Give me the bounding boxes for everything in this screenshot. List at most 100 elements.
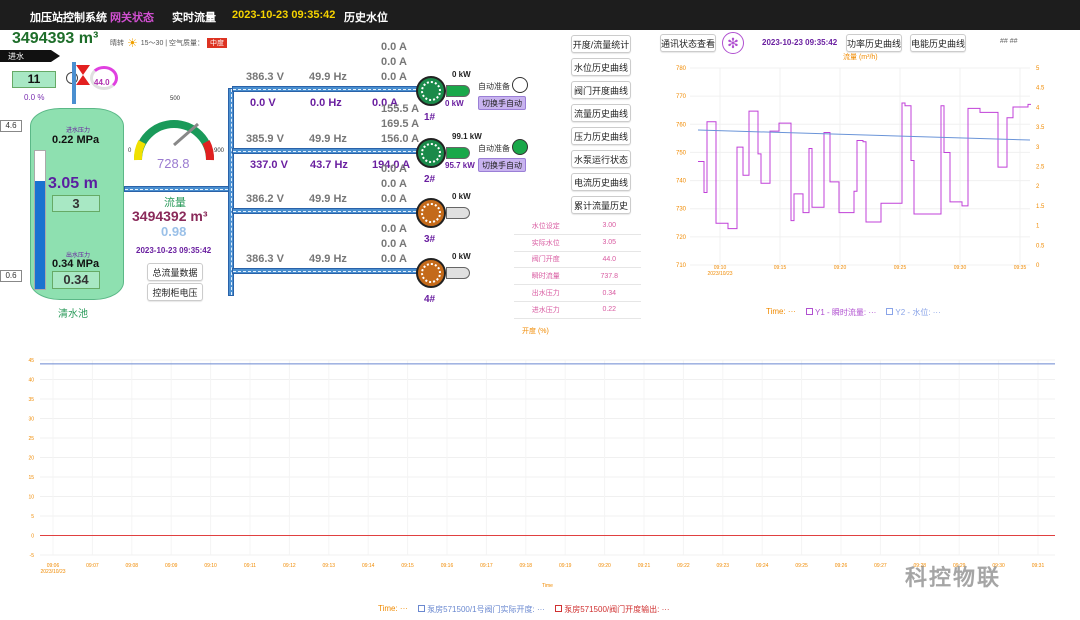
y-right-tick: 3.5 <box>1036 125 1045 131</box>
pump-icon[interactable] <box>416 258 446 288</box>
x-axis-label: Time <box>542 583 553 589</box>
right-time: 2023-10-23 09:35:42 <box>762 38 838 47</box>
pump-voltage: 386.3 V <box>246 71 284 83</box>
inflow-label: 进水 <box>8 52 24 61</box>
menu-button[interactable]: 阀门开度曲线 <box>571 81 631 99</box>
pump-status-tab <box>446 267 470 279</box>
y-right-tick: 2 <box>1036 184 1040 190</box>
pump-power-2: 0 kW <box>445 99 464 108</box>
pump-voltage: 386.2 V <box>246 193 284 205</box>
flow-level-chart: 780 770 760 750 740 730 720 710 5 4.5 4 3.5 3 2.5 2 1.5… <box>676 66 1045 277</box>
menu-button[interactable]: 水泵运行状态 <box>571 150 631 168</box>
menu-button[interactable]: 水位历史曲线 <box>571 58 631 76</box>
y-left-tick: 770 <box>676 94 687 100</box>
legend-y2[interactable]: Y2 - 水位: ··· <box>886 307 941 318</box>
gauge-arc-green <box>134 120 214 161</box>
switch-auto-button[interactable]: 切换手自动 <box>478 158 526 172</box>
gauge-min: 0 <box>128 148 132 154</box>
y-tick: 40 <box>28 378 34 384</box>
menu-button[interactable]: 压力历史曲线 <box>571 127 631 145</box>
y-tick: 45 <box>28 358 34 364</box>
menu-button[interactable]: 电流历史曲线 <box>571 173 631 191</box>
y-right-tick: 1.5 <box>1036 204 1045 210</box>
clear-pool-label: 清水池 <box>58 309 88 320</box>
pump-icon[interactable] <box>416 198 446 228</box>
out-pressure-box: 0.34 <box>52 271 100 289</box>
status-row: 进水压力 0.22 <box>514 302 641 319</box>
flow-series-line <box>698 102 1031 230</box>
switch-auto-button[interactable]: 切换手自动 <box>478 96 526 110</box>
top-nav-bar: 加压站控制系统 网关状态 实时流量 2023-10-23 09:35:42 历史… <box>0 0 1080 30</box>
tank-level-box: 3 <box>52 195 100 212</box>
legend-valve-actual[interactable]: 泵房571500/1号阀门实际开度: ··· <box>417 604 545 615</box>
y-tick: 15 <box>28 475 34 481</box>
chart-bottom-legend: Time: ··· 泵房571500/1号阀门实际开度: ··· 泵房57150… <box>378 604 670 615</box>
pump-current-c: 0.0 A <box>381 193 407 205</box>
auto-ready-label: 自动准备 <box>478 82 510 91</box>
x-tick: 09:13 <box>323 563 336 569</box>
nav-history-level[interactable]: 历史水位 <box>344 9 388 25</box>
pump-current-b: 0.0 A <box>381 56 407 68</box>
status-key: 阀门开度 <box>531 256 560 264</box>
y-right-tick: 5 <box>1036 66 1040 72</box>
x-sub: 2023/10/23 <box>40 569 65 575</box>
nav-realtime-flow[interactable]: 实时流量 <box>172 9 216 25</box>
y-left-tick: 720 <box>676 235 687 241</box>
gauge-max: 500 <box>170 96 181 102</box>
cabinet-voltage-button[interactable]: 控制柜电压 <box>147 283 203 301</box>
total-flow: 3494392 m³ <box>132 208 208 224</box>
x-tick: 09:07 <box>86 563 99 569</box>
x-tick: 09:25 <box>894 265 907 271</box>
pump-power-2: 95.7 kW <box>445 161 475 170</box>
pump-current-a: 0.0 A <box>381 223 407 235</box>
status-table: 水位设定 3.00 实际水位 3.05 阀门开度 44.0 瞬时流量 737.8 出水压力 0.3… <box>514 218 641 319</box>
watermark: 科控物联 <box>905 565 1002 590</box>
pump-pipe <box>232 148 422 154</box>
total-flow-data-button[interactable]: 总流量数据 <box>147 263 203 281</box>
pump-icon[interactable] <box>416 76 446 106</box>
pump-number: 3# <box>424 234 436 245</box>
nav-gateway-status[interactable]: 网关状态 <box>110 9 154 25</box>
auto-ready-indicator <box>512 139 528 155</box>
menu-button[interactable]: 累计流量历史 <box>571 196 631 214</box>
pump-status-tab <box>446 85 470 97</box>
status-key: 出水压力 <box>531 290 560 298</box>
chart-top-title: 流量 (m³/h) <box>843 54 878 61</box>
auto-ready-indicator <box>512 77 528 93</box>
y-right-tick: 0.5 <box>1036 243 1045 249</box>
y-left-tick: 750 <box>676 150 687 156</box>
pump-icon[interactable] <box>416 138 446 168</box>
x-tick: 09:16 <box>441 563 454 569</box>
x-tick: 09:25 <box>795 563 808 569</box>
weather-range: 15～30 | 空气质量： <box>140 40 205 47</box>
x-tick: 09:30 <box>954 265 967 271</box>
status-value: 3.00 <box>602 222 617 230</box>
pump-power: 99.1 kW <box>452 132 482 141</box>
gauge-time: 2023-10-23 09:35:42 <box>136 246 212 255</box>
pump-current-c: 0.0 A <box>381 253 407 265</box>
x-tick: 09:08 <box>126 563 139 569</box>
pump-status-tab <box>446 147 470 159</box>
menu-button[interactable]: 流量历史曲线 <box>571 104 631 122</box>
menu-button[interactable]: 开度/流量统计 <box>571 35 631 53</box>
nav-system[interactable]: 加压站控制系统 <box>30 9 107 25</box>
pump-output-frequency: 43.7 Hz <box>310 159 348 171</box>
pump-output-voltage: 0.0 V <box>250 97 276 109</box>
x-tick: 09:26 <box>835 563 848 569</box>
legend-y1[interactable]: Y1 - 瞬时流量: ··· <box>805 307 876 318</box>
pump-output-voltage: 337.0 V <box>250 159 288 171</box>
status-key: 水位设定 <box>531 222 560 230</box>
status-row: 瞬时流量 737.8 <box>514 268 641 286</box>
pump-frequency: 49.9 Hz <box>309 253 347 265</box>
x-sub: 2023/10/23 <box>707 271 732 277</box>
legend-valve-output[interactable]: 泵房571500/阀门开度输出: ··· <box>554 604 670 615</box>
y-tick: 0 <box>31 534 34 540</box>
x-tick: 09:17 <box>480 563 493 569</box>
inflow-arrow: 进水 <box>0 50 60 62</box>
pump-current-a: 155.5 A <box>381 103 420 115</box>
valve-icon[interactable] <box>76 65 90 85</box>
gauge-right: 900 <box>214 148 225 154</box>
aqi-badge: 中度 <box>207 38 228 48</box>
y-right-tick: 4 <box>1036 105 1040 111</box>
y-left-tick: 730 <box>676 207 687 213</box>
